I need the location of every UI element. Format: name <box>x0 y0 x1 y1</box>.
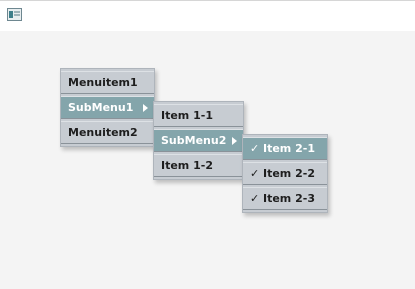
menu-padding <box>243 210 327 212</box>
menu-item-menuitem1[interactable]: Menuitem1 <box>61 71 154 94</box>
menu-item-item-2-1[interactable]: ✓ Item 2-1 <box>243 137 327 160</box>
check-icon: ✓ <box>250 167 260 180</box>
popup-menu-3: ✓ Item 2-1 ✓ Item 2-2 ✓ Item 2-3 <box>242 134 328 213</box>
menu-item-label: Item 1-1 <box>161 109 213 122</box>
menu-item-label: Item 1-2 <box>161 159 213 172</box>
menu-item-label: Item 2-2 <box>263 167 315 180</box>
menu-item-label: Menuitem2 <box>68 126 138 139</box>
check-icon: ✓ <box>250 142 260 155</box>
menu-item-item-1-2[interactable]: Item 1-2 <box>154 154 243 177</box>
submenu-arrow-icon <box>232 137 237 145</box>
menu-padding <box>154 177 243 179</box>
submenu-arrow-icon <box>143 104 148 112</box>
menu-padding <box>61 144 154 146</box>
menu-item-submenu1[interactable]: SubMenu1 <box>61 96 154 119</box>
menu-item-label: Item 2-1 <box>263 142 315 155</box>
titlebar-divider <box>0 0 415 1</box>
menu-item-label: Item 2-3 <box>263 192 315 205</box>
menu-item-item-2-2[interactable]: ✓ Item 2-2 <box>243 162 327 185</box>
check-icon: ✓ <box>250 192 260 205</box>
menu-item-item-1-1[interactable]: Item 1-1 <box>154 104 243 127</box>
window-titlebar <box>0 0 415 31</box>
popup-menu-1: Menuitem1 SubMenu1 Menuitem2 <box>60 68 155 147</box>
menu-item-label: SubMenu1 <box>68 101 134 114</box>
menu-item-label: SubMenu2 <box>161 134 227 147</box>
popup-menu-2: Item 1-1 SubMenu2 Item 1-2 <box>153 101 244 180</box>
window-icon[interactable] <box>7 8 22 21</box>
menu-item-label: Menuitem1 <box>68 76 138 89</box>
menu-item-item-2-3[interactable]: ✓ Item 2-3 <box>243 187 327 210</box>
menu-item-menuitem2[interactable]: Menuitem2 <box>61 121 154 144</box>
menu-item-submenu2[interactable]: SubMenu2 <box>154 129 243 152</box>
